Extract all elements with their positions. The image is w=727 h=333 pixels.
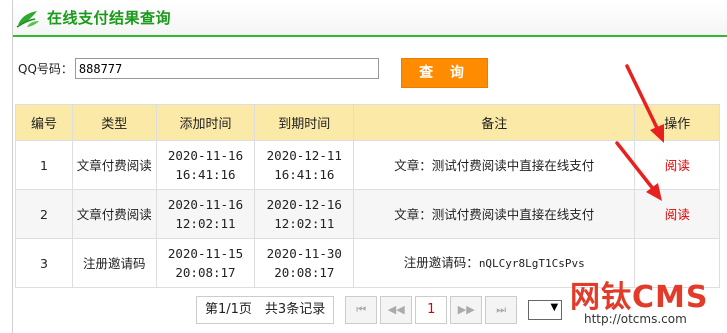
column-header-expires: 到期时间	[254, 104, 355, 141]
search-bar: QQ号码：	[18, 58, 379, 79]
page-title: 在线支付结果查询	[47, 9, 172, 27]
watermark-url: http://otcms.com	[584, 312, 687, 326]
column-header-id: 编号	[14, 104, 74, 141]
row-action: 阅读	[634, 189, 720, 239]
row-added-time: 2020-11-16 12:02:11	[155, 189, 256, 239]
row-expires-time: 2020-12-16 12:02:11	[254, 189, 355, 239]
row-type: 文章付费阅读	[72, 189, 157, 239]
page-info: 第1/1页 共3条记录	[196, 296, 335, 324]
invite-code: nQLCyr8LgT1CsPvs	[478, 257, 585, 270]
chevron-down-icon: ▼	[550, 302, 559, 313]
row-id: 1	[14, 140, 74, 190]
qq-label: QQ号码：	[18, 62, 73, 76]
table-row: 2 文章付费阅读 2020-11-16 12:02:11 2020-12-16 12…	[14, 189, 720, 239]
column-header-added: 添加时间	[155, 104, 256, 141]
query-button[interactable]: 查 询	[401, 58, 488, 88]
row-type: 文章付费阅读	[72, 140, 157, 190]
row-id: 2	[14, 189, 74, 239]
row-expires-time: 2020-11-30 20:08:17	[254, 238, 355, 288]
column-header-remark: 备注	[353, 104, 636, 141]
row-id: 3	[14, 238, 74, 288]
row-action: 阅读	[634, 140, 720, 190]
leaf-logo-icon	[16, 10, 39, 28]
last-page-button[interactable]: ⏭	[485, 296, 518, 324]
row-expires-time: 2020-12-11 16:41:16	[254, 140, 355, 190]
table-header-row: 编号 类型 添加时间 到期时间 备注 操作	[14, 104, 720, 141]
column-header-action: 操作	[634, 104, 720, 141]
pagination: 第1/1页 共3条记录 ⏮ ◀◀ 1 ▶▶ ⏭ ▼	[196, 296, 563, 324]
read-link[interactable]: 阅读	[665, 158, 690, 173]
result-table: 编号 类型 添加时间 到期时间 备注 操作 1 文章付费阅读 2020-11-1…	[14, 104, 720, 288]
prev-page-button[interactable]: ◀◀	[380, 296, 413, 324]
watermark: 网钛CMS http://otcms.com	[570, 270, 725, 332]
watermark-brand: 网钛CMS	[570, 280, 709, 315]
row-added-time: 2020-11-15 20:08:17	[155, 238, 256, 288]
row-remark: 文章：测试付费阅读中直接在线支付	[353, 189, 636, 239]
first-page-button[interactable]: ⏮	[345, 296, 378, 324]
page-select[interactable]: ▼	[528, 300, 563, 320]
table-row: 1 文章付费阅读 2020-11-16 16:41:16 2020-12-11 16…	[14, 140, 720, 190]
row-type: 注册邀请码	[72, 238, 157, 288]
row-remark: 文章：测试付费阅读中直接在线支付	[353, 140, 636, 190]
next-page-button[interactable]: ▶▶	[450, 296, 483, 324]
row-added-time: 2020-11-16 16:41:16	[155, 140, 256, 190]
qq-number-input[interactable]	[74, 58, 379, 79]
column-header-type: 类型	[72, 104, 157, 141]
current-page-number[interactable]: 1	[415, 296, 448, 324]
panel-header: 在线支付结果查询	[13, 0, 727, 37]
read-link[interactable]: 阅读	[665, 207, 690, 222]
